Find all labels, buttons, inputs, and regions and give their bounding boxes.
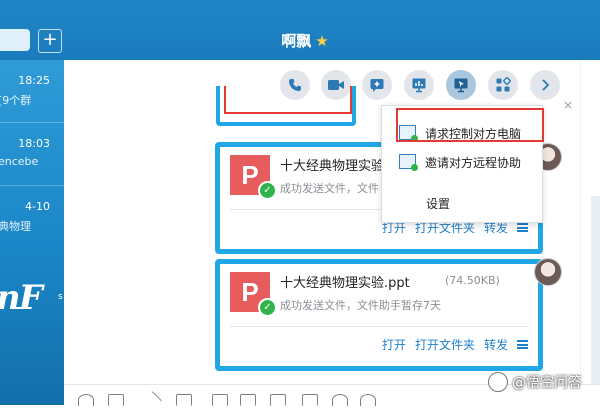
more-menu-icon[interactable] — [517, 223, 528, 232]
phone-small-icon[interactable] — [302, 394, 318, 406]
conversation-preview: encebe — [0, 155, 39, 168]
chat-title-text: 啊飘 — [281, 32, 312, 50]
menu-item-label: 设置 — [426, 197, 451, 211]
scrollbar[interactable] — [591, 196, 600, 404]
list-item[interactable]: 18:25 [9个群 — [0, 60, 64, 122]
brand-suffix: s — [58, 292, 63, 302]
menu-item-invite-assist[interactable]: 邀请对方远程协助 — [382, 147, 542, 175]
highlight-box — [396, 108, 544, 142]
document-icon[interactable] — [270, 394, 286, 406]
file-actions: 打开 打开文件夹 转发 — [382, 336, 528, 353]
remote-assist-icon — [399, 154, 418, 171]
folder-icon[interactable] — [176, 394, 192, 406]
star-icon: ★ — [315, 32, 329, 50]
apps-icon[interactable] — [488, 70, 518, 100]
history-icon[interactable] — [332, 394, 348, 406]
list-item[interactable]: 4-10 典物理 — [0, 186, 64, 248]
check-icon: ✓ — [258, 181, 277, 200]
file-name: 十大经典物理实验 — [280, 159, 385, 174]
menu-item-label: 邀请对方远程协助 — [425, 156, 522, 170]
conversation-preview: 典物理 — [0, 220, 31, 233]
divider — [580, 60, 581, 405]
remote-desktop-icon[interactable] — [446, 70, 476, 100]
close-icon[interactable]: × — [563, 98, 573, 112]
add-button[interactable]: + — [38, 29, 62, 53]
screenshot-icon[interactable] — [212, 394, 228, 406]
brand-logo: nF — [0, 278, 43, 318]
file-status: 成功发送文件，文件 — [280, 182, 379, 195]
open-folder-link[interactable]: 打开文件夹 — [415, 336, 475, 353]
avatar[interactable] — [534, 258, 562, 286]
file-message-bubble: P ✓ 十大经典物理实验.ppt (74.50KB) 成功发送文件，文件助手暂存… — [215, 259, 552, 371]
divider — [230, 326, 528, 327]
add-chat-icon[interactable] — [362, 70, 392, 100]
more-menu-icon[interactable] — [517, 340, 528, 349]
file-status: 成功发送文件，文件助手暂存7天 — [280, 299, 441, 312]
conversation-time: 4-10 — [25, 200, 50, 213]
list-item[interactable]: 18:03 encebe — [0, 123, 64, 185]
open-link[interactable]: 打开 — [382, 336, 406, 353]
emoji-icon[interactable] — [78, 394, 94, 406]
check-icon: ✓ — [258, 298, 277, 317]
chevron-right-icon[interactable] — [530, 70, 560, 100]
conversation-list: 18:25 [9个群 18:03 encebe 4-10 典物理 — [0, 60, 64, 405]
image-icon[interactable] — [240, 394, 256, 406]
forward-link[interactable]: 转发 — [484, 336, 508, 353]
screen-share-icon[interactable] — [404, 70, 434, 100]
conversation-preview: [9个群 — [0, 94, 32, 107]
watermark-logo-icon — [488, 372, 508, 392]
highlight-box — [224, 86, 352, 114]
gif-icon[interactable] — [108, 394, 124, 406]
search-input[interactable] — [0, 29, 30, 51]
watermark: @悟空问答 — [488, 372, 582, 392]
conversation-time: 18:03 — [18, 137, 50, 150]
chat-title: 啊飘 ★ — [250, 30, 360, 51]
more-icon[interactable] — [360, 394, 376, 406]
conversation-time: 18:25 — [18, 74, 50, 87]
watermark-text: @悟空问答 — [512, 375, 582, 391]
file-size: (74.50KB) — [445, 274, 500, 287]
menu-item-settings[interactable]: 设置 — [382, 189, 542, 217]
file-name: 十大经典物理实验.ppt — [280, 276, 410, 291]
